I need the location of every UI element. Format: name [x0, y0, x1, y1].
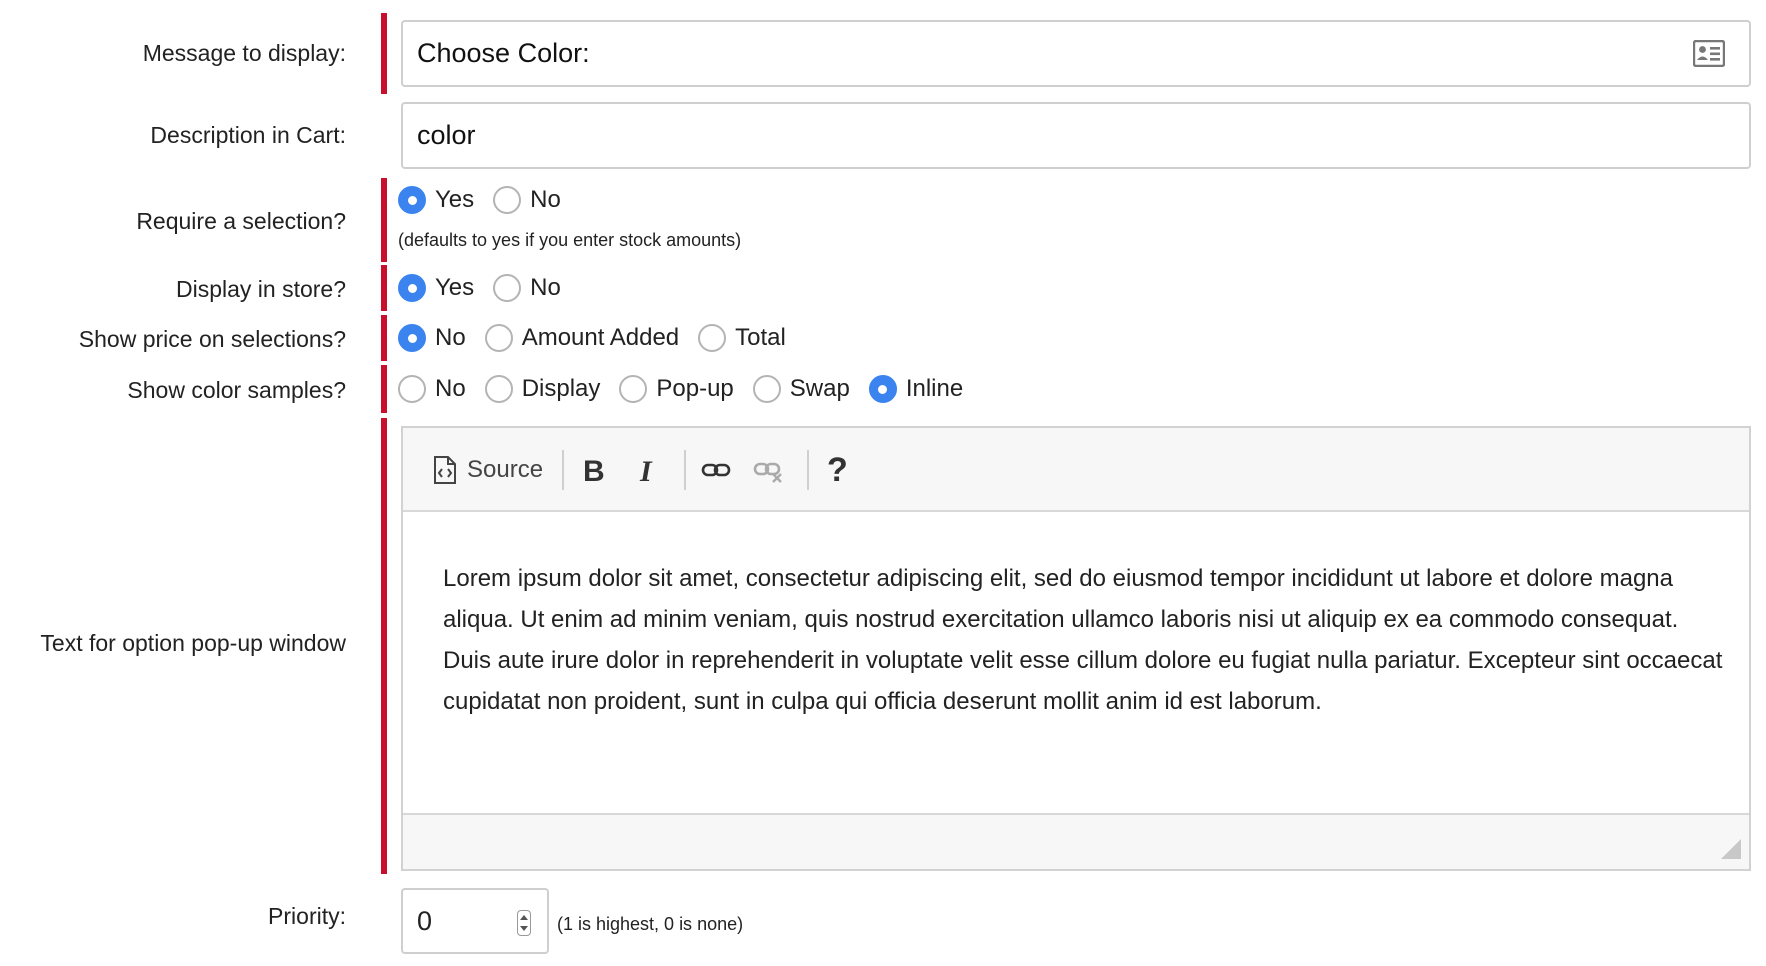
help-icon: ?	[827, 450, 848, 489]
option-label: Amount Added	[521, 324, 680, 351]
radio-checked[interactable]	[398, 274, 426, 302]
message-input[interactable]: Choose Color:	[401, 20, 1751, 87]
radio-unchecked[interactable]	[698, 324, 727, 352]
editor-content[interactable]: Lorem ipsum dolor sit amet, consectetur …	[443, 558, 1723, 722]
priority-hint: (1 is highest, 0 is none)	[557, 914, 744, 934]
color-samples-no-option[interactable]: No	[398, 375, 466, 403]
svg-text:I: I	[639, 455, 653, 485]
toolbar-separator	[684, 450, 686, 490]
show-price-radio-group: No Amount Added Total	[398, 324, 805, 352]
source-label: Source	[467, 456, 544, 483]
option-label: Pop-up	[656, 375, 734, 402]
radio-unchecked[interactable]	[484, 375, 513, 403]
editor-toolbar: Source B I ?	[403, 428, 1749, 512]
radio-unchecked[interactable]	[493, 186, 522, 214]
option-label: No	[530, 274, 561, 301]
show-price-no-option[interactable]: No	[398, 324, 466, 352]
unlink-button[interactable]	[753, 450, 785, 490]
radio-checked[interactable]	[398, 324, 426, 352]
color-samples-radio-group: No Display Pop-up Swap Inline	[398, 375, 982, 403]
option-label: Display	[521, 375, 601, 402]
source-button[interactable]: Source	[433, 450, 543, 490]
source-icon	[434, 456, 456, 484]
option-label: Swap	[789, 375, 850, 402]
display-store-label: Display in store?	[175, 276, 346, 302]
italic-icon: I	[639, 455, 653, 485]
italic-button[interactable]: I	[637, 450, 661, 490]
required-indicator	[381, 13, 387, 94]
require-radio-group: Yes No	[398, 186, 580, 214]
editor-footer	[403, 813, 1749, 869]
toolbar-separator	[807, 450, 809, 490]
color-samples-swap-option[interactable]: Swap	[752, 375, 850, 403]
require-yes-option[interactable]: Yes	[398, 186, 474, 214]
radio-checked[interactable]	[868, 375, 897, 403]
priority-value: 0	[417, 905, 433, 936]
radio-unchecked[interactable]	[752, 375, 781, 403]
message-value: Choose Color:	[417, 38, 590, 68]
required-indicator	[381, 315, 387, 361]
svg-text:B: B	[583, 455, 605, 485]
description-input[interactable]: color	[401, 102, 1751, 169]
bold-button[interactable]: B	[581, 450, 605, 490]
color-samples-inline-option[interactable]: Inline	[868, 375, 964, 403]
require-hint: (defaults to yes if you enter stock amou…	[398, 230, 742, 250]
popup-text-label: Text for option pop-up window	[40, 630, 346, 656]
show-price-total-option[interactable]: Total	[698, 324, 786, 352]
link-button[interactable]	[701, 450, 731, 490]
option-label: No	[435, 375, 466, 402]
priority-input[interactable]: 0	[401, 888, 549, 954]
required-indicator	[381, 365, 387, 413]
contact-card-icon[interactable]	[1693, 40, 1725, 67]
display-store-yes-option[interactable]: Yes	[398, 274, 474, 302]
required-indicator	[381, 178, 387, 262]
toolbar-separator	[562, 450, 564, 490]
option-label: Yes	[435, 186, 475, 213]
help-button[interactable]: ?	[827, 450, 848, 490]
option-label: No	[530, 186, 561, 213]
spinner-arrows-icon[interactable]	[517, 910, 531, 936]
radio-unchecked[interactable]	[619, 375, 648, 403]
color-samples-display-option[interactable]: Display	[484, 375, 601, 403]
option-label: Inline	[905, 375, 964, 402]
display-store-no-option[interactable]: No	[493, 274, 561, 302]
option-label: No	[435, 324, 466, 351]
radio-checked[interactable]	[398, 186, 426, 214]
required-indicator	[381, 265, 387, 311]
option-label: Total	[735, 324, 786, 351]
bold-icon: B	[583, 455, 605, 485]
resize-handle-icon[interactable]	[1721, 839, 1741, 859]
show-price-amount-added-option[interactable]: Amount Added	[484, 324, 680, 352]
rich-text-editor: Source B I ? Lorem ipsum dolor sit amet,…	[401, 426, 1751, 871]
required-indicator	[381, 418, 387, 874]
radio-unchecked[interactable]	[484, 324, 513, 352]
show-price-label: Show price on selections?	[78, 326, 346, 352]
color-samples-label: Show color samples?	[127, 377, 346, 403]
radio-unchecked[interactable]	[398, 375, 426, 403]
option-label: Yes	[435, 274, 475, 301]
unlink-icon	[753, 462, 782, 483]
priority-label: Priority:	[268, 903, 346, 929]
description-label: Description in Cart:	[150, 122, 346, 148]
color-samples-popup-option[interactable]: Pop-up	[619, 375, 734, 403]
message-label: Message to display:	[142, 40, 346, 66]
display-store-radio-group: Yes No	[398, 274, 580, 302]
radio-unchecked[interactable]	[493, 274, 522, 302]
require-label: Require a selection?	[136, 208, 346, 234]
require-no-option[interactable]: No	[493, 186, 561, 214]
description-value: color	[417, 120, 476, 150]
link-icon	[701, 463, 731, 477]
